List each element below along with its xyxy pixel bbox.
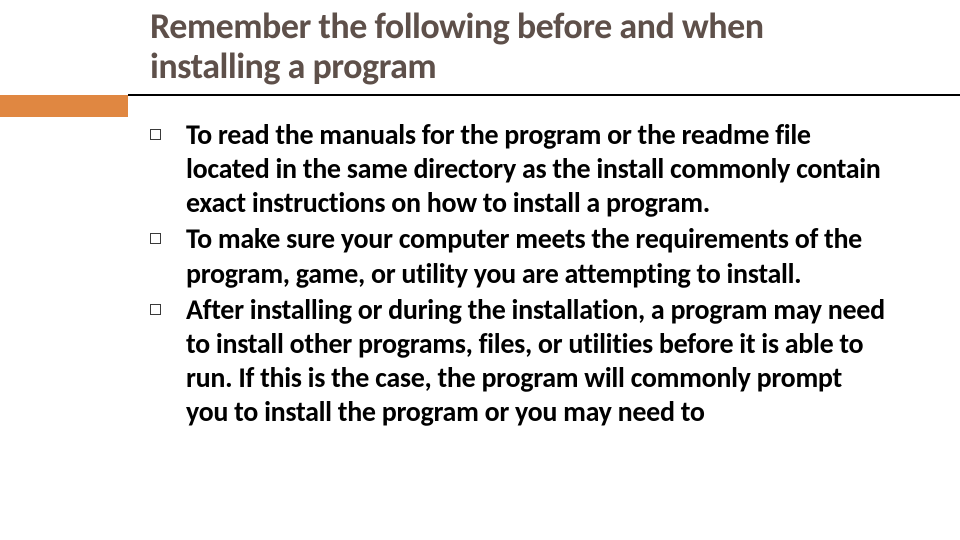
bullet-square-icon — [150, 129, 161, 140]
list-item: To make sure your computer meets the req… — [150, 222, 890, 290]
accent-bar — [0, 95, 128, 117]
slide-title: Remember the following before and when i… — [150, 6, 870, 87]
title-underline — [128, 94, 960, 96]
bullet-square-icon — [150, 233, 161, 244]
slide: Remember the following before and when i… — [0, 0, 960, 540]
list-item: After installing or during the installat… — [150, 293, 890, 430]
bullet-list: To read the manuals for the program or t… — [150, 118, 890, 431]
list-item-text: After installing or during the installat… — [186, 292, 885, 429]
list-item-text: To read the manuals for the program or t… — [186, 117, 881, 220]
list-item-text: To make sure your computer meets the req… — [186, 221, 862, 290]
bullet-square-icon — [150, 304, 161, 315]
list-item: To read the manuals for the program or t… — [150, 118, 890, 220]
